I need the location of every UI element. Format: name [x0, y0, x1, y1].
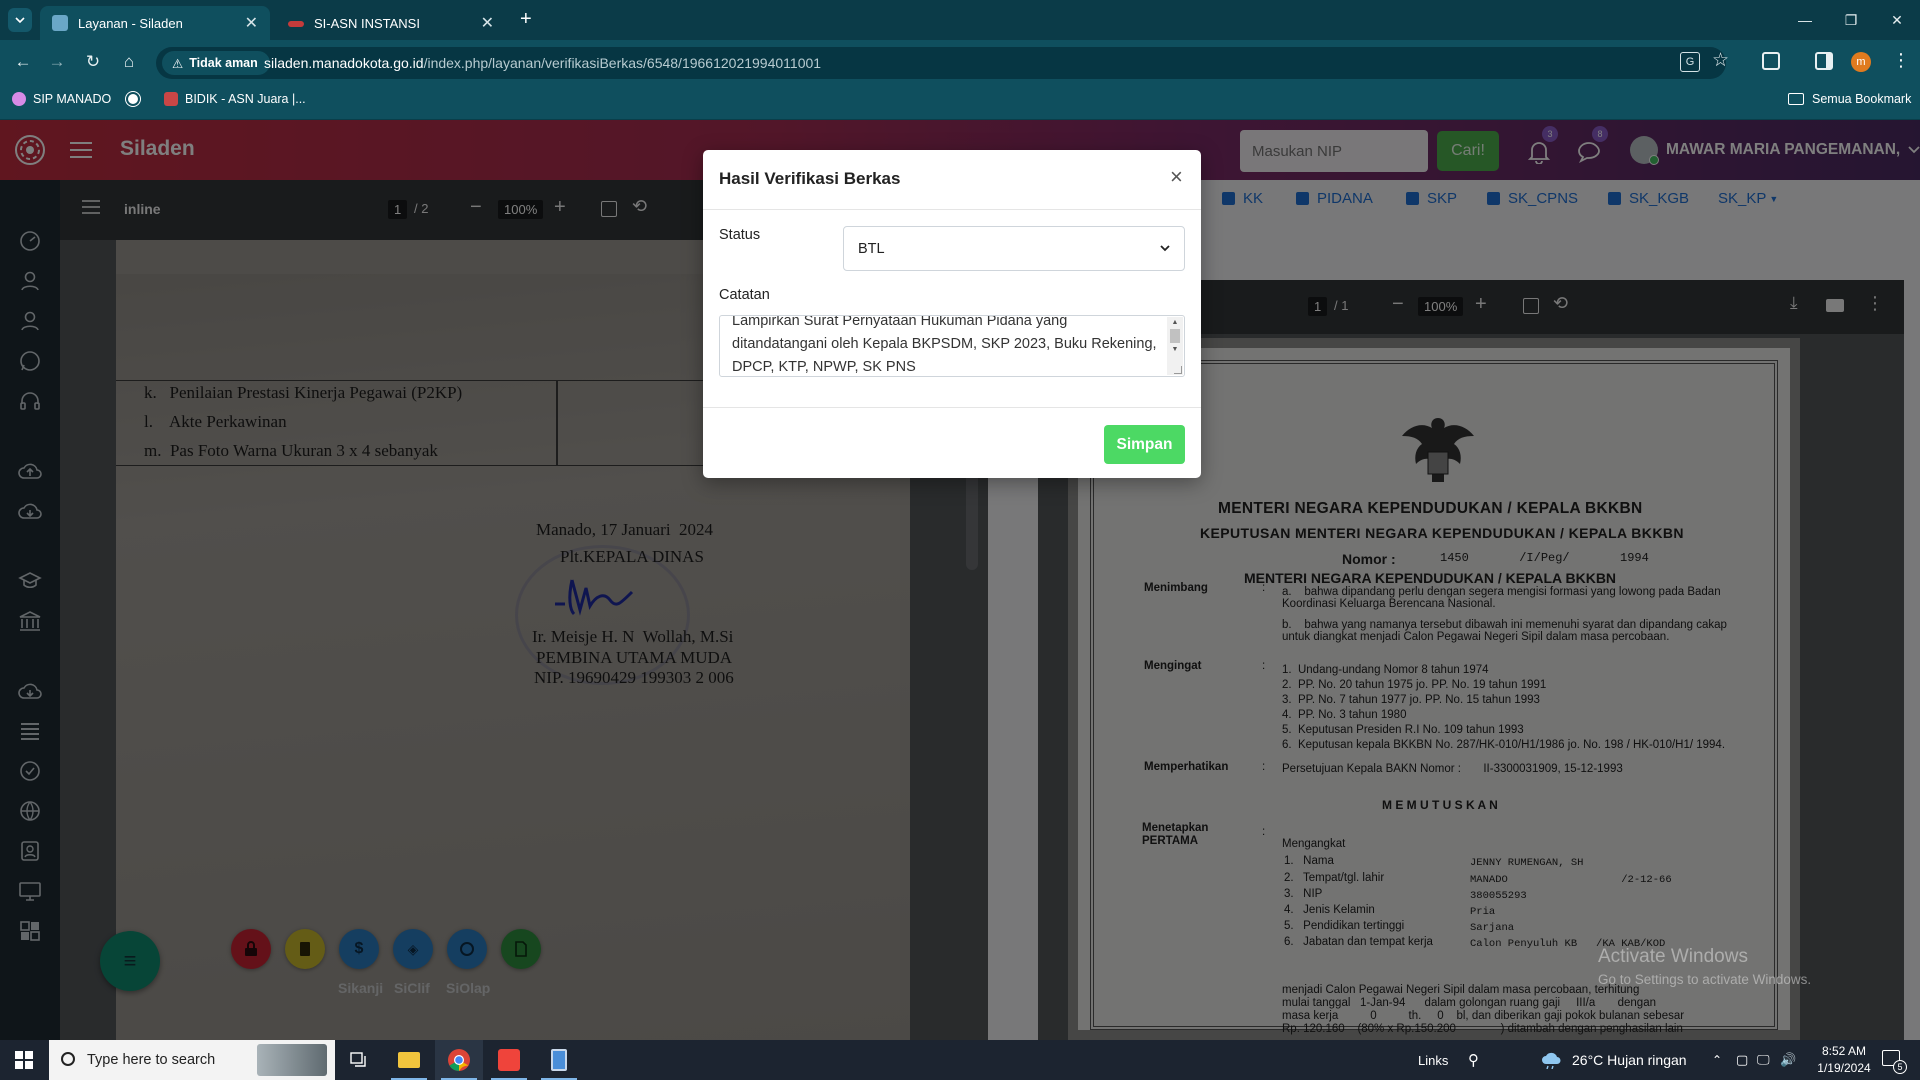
status-value: BTL — [858, 240, 885, 257]
catatan-label: Catatan — [719, 287, 770, 303]
tab-si-asn-instansi[interactable]: SI-ASN INSTANSI ✕ — [276, 6, 506, 40]
url-path: /index.php/layanan/verifikasiBerkas/6548… — [423, 55, 822, 71]
tab-search-button[interactable] — [8, 8, 32, 32]
bookmark-globe[interactable] — [126, 92, 147, 106]
forward-icon[interactable]: → — [44, 49, 70, 75]
close-window-icon[interactable]: ✕ — [1874, 0, 1920, 40]
people-icon[interactable]: ⚲ — [1468, 1040, 1479, 1080]
security-chip[interactable]: ⚠ Tidak aman — [162, 51, 270, 75]
tab-close-icon[interactable]: ✕ — [481, 13, 494, 33]
bookmark-label: SIP MANADO — [33, 92, 112, 106]
network-icon[interactable]: 🖵 — [1757, 1040, 1770, 1080]
si-asn-favicon-icon — [288, 21, 304, 27]
minimize-window-icon[interactable]: — — [1782, 0, 1828, 40]
windows-start-icon[interactable] — [0, 1040, 48, 1080]
action-center-badge: 5 — [1893, 1060, 1907, 1074]
back-icon[interactable]: ← — [10, 49, 36, 75]
status-select[interactable]: BTL — [843, 226, 1185, 271]
profile-avatar[interactable]: m — [1851, 52, 1871, 72]
bookmark-label: BIDIK - ASN Juara |... — [185, 92, 306, 106]
translate-icon[interactable]: G — [1680, 52, 1700, 72]
verification-modal: Hasil Verifikasi Berkas × Status BTL Cat… — [703, 150, 1201, 478]
bookmark-label: Semua Bookmark — [1812, 92, 1912, 106]
search-highlight-icon — [257, 1044, 327, 1076]
weather-widget[interactable]: 26°C Hujan ringan — [1540, 1040, 1687, 1080]
catatan-textarea[interactable]: Lampirkan Surat Pernyataan Hukuman Pidan… — [719, 315, 1185, 377]
save-button[interactable]: Simpan — [1104, 425, 1185, 464]
url-host: siladen.manadokota.go.id — [264, 55, 424, 71]
bookmark-bidik[interactable]: BIDIK - ASN Juara |... — [164, 92, 306, 106]
clock[interactable]: 8:52 AM 1/19/2024 — [1812, 1043, 1876, 1077]
chevron-down-icon — [1160, 245, 1170, 252]
rain-cloud-icon — [1542, 1052, 1561, 1069]
search-icon — [61, 1052, 75, 1066]
links-toolbar[interactable]: Links — [1418, 1040, 1448, 1080]
tray-device-icon[interactable]: ▢ — [1736, 1040, 1748, 1080]
scroll-down-icon[interactable]: ▼ — [1167, 346, 1183, 353]
bookmark-star-icon[interactable]: ☆ — [1712, 49, 1729, 72]
clock-time: 8:52 AM — [1821, 1044, 1867, 1058]
tab-layanan-siladen[interactable]: Layanan - Siladen ✕ — [40, 6, 270, 40]
weather-text: 26°C Hujan ringan — [1572, 1052, 1687, 1068]
calculator-icon[interactable] — [535, 1040, 583, 1080]
anydesk-icon[interactable] — [485, 1040, 533, 1080]
new-tab-button[interactable]: + — [520, 8, 532, 31]
browser-menu-icon[interactable]: ⋮ — [1892, 50, 1910, 71]
activate-windows-watermark: Activate Windows Go to Settings to activ… — [1598, 946, 1811, 987]
file-explorer-icon[interactable] — [385, 1040, 433, 1080]
modal-title: Hasil Verifikasi Berkas — [719, 169, 901, 188]
taskbar-search-box[interactable]: Type here to search — [49, 1040, 335, 1080]
tab-title: SI-ASN INSTANSI — [314, 15, 420, 31]
url-text[interactable]: siladen.manadokota.go.id/index.php/layan… — [264, 55, 821, 71]
sip-manado-icon — [12, 92, 26, 106]
bidik-icon — [164, 92, 178, 106]
watermark-title: Activate Windows — [1598, 946, 1748, 967]
scroll-thumb[interactable] — [1170, 329, 1180, 343]
task-view-icon[interactable] — [335, 1040, 383, 1080]
chrome-icon[interactable] — [435, 1040, 483, 1080]
folder-icon — [1788, 93, 1804, 105]
tray-overflow-icon[interactable]: ⌃ — [1712, 1040, 1722, 1080]
chevron-down-icon — [15, 17, 25, 24]
tab-close-icon[interactable]: ✕ — [245, 13, 258, 33]
modal-footer-divider — [703, 407, 1201, 408]
reload-icon[interactable]: ↻ — [80, 49, 106, 75]
siladen-favicon-icon — [52, 15, 68, 31]
restore-window-icon[interactable]: ❐ — [1828, 0, 1874, 40]
home-icon[interactable]: ⌂ — [116, 49, 142, 75]
search-placeholder: Type here to search — [87, 1052, 216, 1068]
security-label: Tidak aman — [189, 56, 258, 70]
catatan-text: Lampirkan Surat Pernyataan Hukuman Pidan… — [732, 315, 1157, 375]
all-bookmarks[interactable]: Semua Bookmark — [1788, 92, 1911, 106]
resize-handle-icon[interactable] — [1174, 366, 1182, 374]
scroll-up-icon[interactable]: ▲ — [1167, 319, 1183, 326]
status-label: Status — [719, 227, 761, 243]
side-panel-icon[interactable] — [1815, 52, 1833, 70]
warning-icon: ⚠ — [172, 56, 184, 71]
extensions-icon[interactable] — [1762, 52, 1780, 70]
volume-icon[interactable]: 🔊 — [1780, 1040, 1796, 1080]
globe-icon — [126, 92, 140, 106]
bookmark-sip-manado[interactable]: SIP MANADO — [12, 92, 111, 106]
tab-title: Layanan - Siladen — [78, 15, 183, 31]
clock-date: 1/19/2024 — [1817, 1061, 1871, 1075]
modal-close-icon[interactable]: × — [1170, 166, 1183, 188]
watermark-subtitle: Go to Settings to activate Windows. — [1598, 972, 1812, 987]
